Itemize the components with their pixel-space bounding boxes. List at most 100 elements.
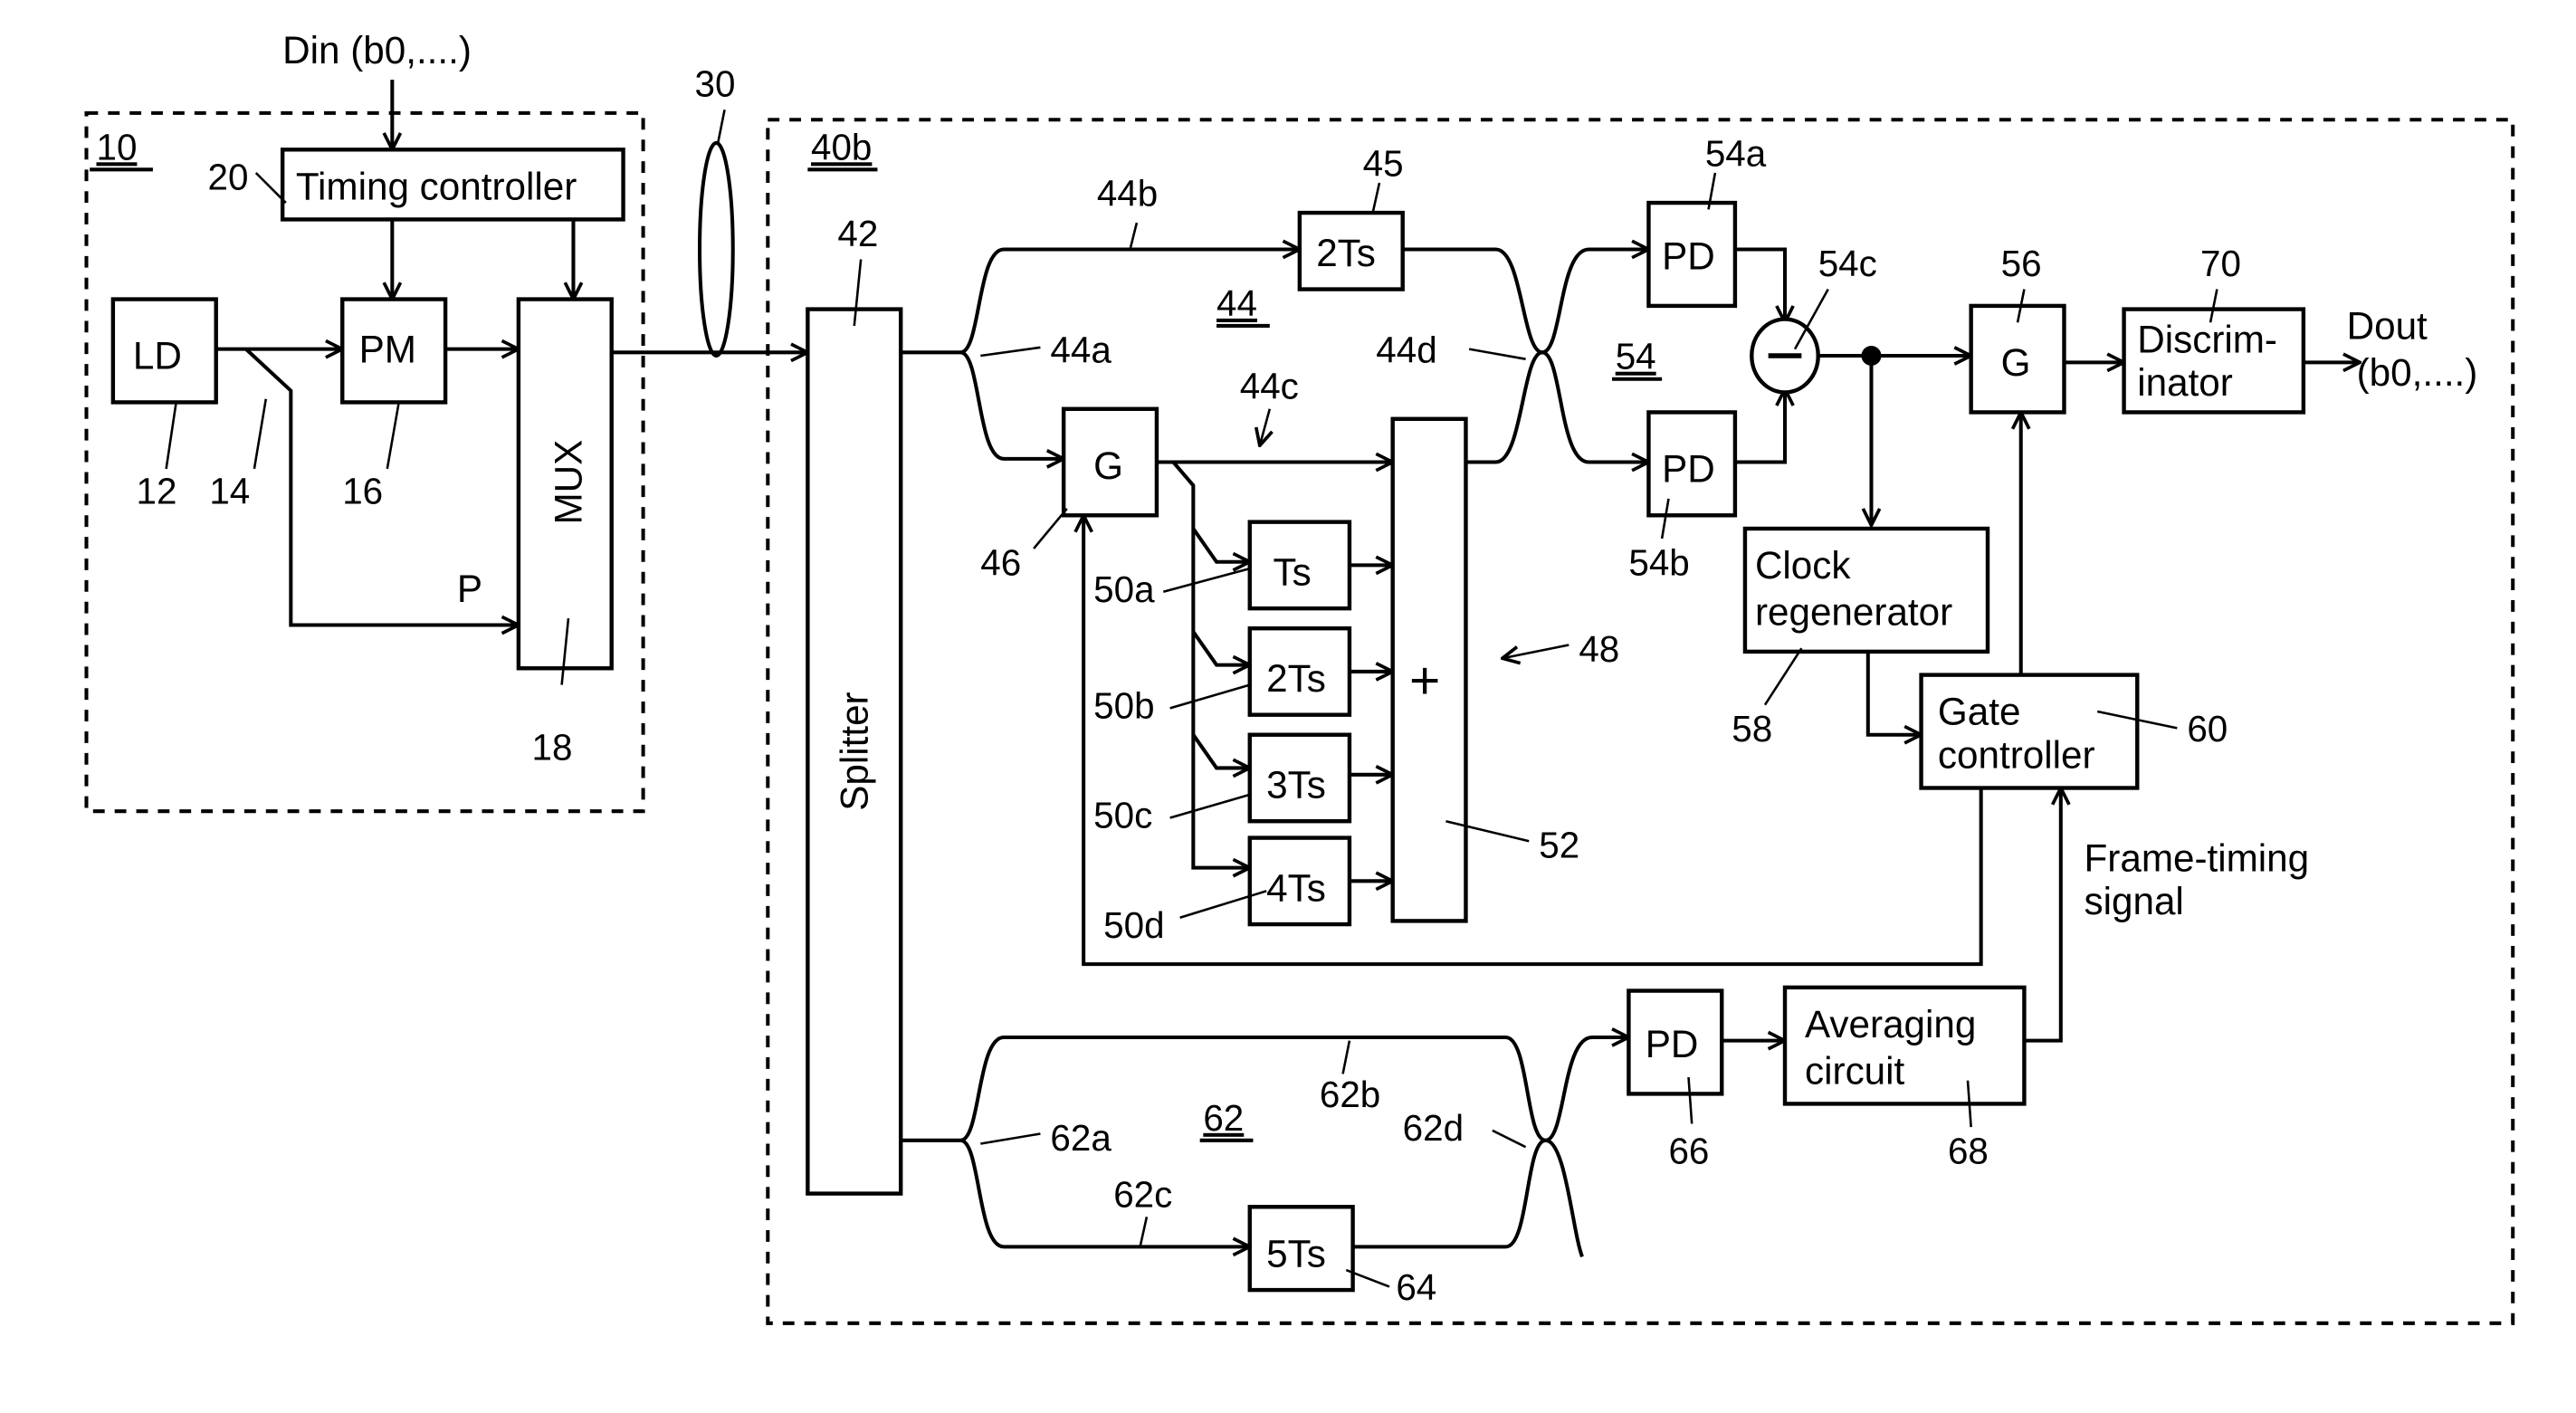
delay-5ts-block[interactable]: 5Ts (1247, 1205, 1355, 1293)
phase-modulator-ref: 16 (342, 470, 383, 511)
gate-controller-label-line1: Gate (1938, 691, 2021, 733)
delay-5ts-ref: 64 (1396, 1266, 1436, 1308)
arm-ref-62d: 62d (1403, 1107, 1464, 1149)
gate-46-label: G (1093, 444, 1123, 487)
discriminator-label-line1: Discrim- (2137, 318, 2277, 360)
subtractor-node[interactable] (1750, 317, 1820, 395)
pd-66-label: PD (1646, 1023, 1699, 1065)
block-diagram: 10 Din (b0,....) Timing controller 20 LD… (84, 29, 2515, 1325)
clock-regenerator-label-line1: Clock (1755, 544, 1851, 587)
arm-62b-upper (901, 1037, 1628, 1142)
delay-2ts-block[interactable]: 2Ts (1247, 625, 1352, 717)
fiber-link: 30 (611, 63, 808, 356)
clock-regenerator-ref: 58 (1732, 708, 1772, 749)
mux-block[interactable]: MUX (516, 297, 614, 671)
delay-3ts-block[interactable]: 3Ts (1247, 732, 1352, 824)
delay-ts-block[interactable]: Ts (1247, 520, 1352, 611)
leader-line (716, 109, 726, 144)
leader-line (253, 398, 268, 470)
averaging-circuit-label-line1: Averaging (1805, 1003, 1976, 1045)
delay-5ts-label: 5Ts (1266, 1232, 1326, 1275)
branch-ref: 14 (209, 470, 250, 511)
laser-diode-label: LD (133, 335, 182, 377)
delay-ref-50c: 50c (1093, 795, 1152, 836)
pd-54b-block[interactable]: PD (1646, 410, 1738, 518)
timing-controller-block[interactable]: Timing controller (280, 148, 625, 222)
interferometer-44-ref: 44 (1216, 282, 1257, 324)
leader-line (980, 1132, 1041, 1145)
leader-arrow (1260, 408, 1270, 445)
pd-bottom-to-subtractor (1734, 389, 1785, 464)
arm-ref-44a: 44a (1050, 329, 1111, 370)
pd-54b-label: PD (1662, 448, 1715, 491)
arm-ref-62b: 62b (1320, 1074, 1380, 1115)
laser-diode-block[interactable]: LD (110, 297, 218, 405)
subtractor-ref: 54c (1818, 243, 1877, 284)
leader-line (1162, 567, 1251, 594)
leader-arrow (1503, 644, 1569, 659)
delay-ref-50d: 50d (1103, 904, 1164, 946)
phase-modulator-block[interactable]: PM (340, 297, 448, 405)
frame-timing-signal-arrow (2024, 788, 2060, 1043)
gate-controller-block[interactable]: Gate controller (1919, 673, 2140, 790)
leader-line (1129, 222, 1139, 250)
receiver-ref: 40b (811, 126, 872, 167)
discriminator-block[interactable]: Discrim- inator (2122, 307, 2306, 415)
output-label-line2: (b0,....) (2357, 351, 2478, 394)
delay-2ts-45-block[interactable]: 2Ts (1297, 210, 1405, 291)
delay-ref-50a: 50a (1093, 568, 1155, 610)
delay-2ts-45-label: 2Ts (1316, 232, 1376, 274)
tap-3ts (1191, 733, 1249, 769)
clock-regenerator-block[interactable]: Clock regenerator (1742, 526, 1990, 654)
leader-line (1468, 348, 1526, 360)
pd-54a-block[interactable]: PD (1646, 200, 1738, 309)
pd-top-to-subtractor (1734, 247, 1785, 322)
discriminator-label-line2: inator (2137, 361, 2233, 404)
leader-line (1169, 683, 1251, 710)
averaging-circuit-block[interactable]: Averaging circuit (1782, 985, 2027, 1106)
interferometer-62-ref: 62 (1203, 1097, 1244, 1139)
delay-ts-label: Ts (1273, 550, 1311, 593)
splitter-block[interactable]: Splitter (806, 307, 903, 1196)
gate-46-ref: 46 (980, 541, 1021, 583)
arm-ref-62a: 62a (1050, 1117, 1111, 1159)
clock-regenerator-label-line2: regenerator (1755, 591, 1952, 634)
combiner-block[interactable]: + (1390, 416, 1468, 923)
leader-line (1371, 182, 1381, 214)
leader-line (1033, 508, 1068, 549)
frame-timing-label-line2: signal (2085, 880, 2184, 922)
averaging-circuit-ref: 68 (1948, 1131, 1989, 1172)
gate-56-label: G (2001, 341, 2031, 384)
pulse-label: P (457, 568, 482, 610)
arm-ref-44c: 44c (1240, 366, 1299, 407)
mux-ref: 18 (532, 726, 573, 768)
pd-66-block[interactable]: PD (1627, 988, 1724, 1096)
delay-4ts-label: 4Ts (1266, 866, 1326, 909)
arm-44d-coupler-top (1402, 249, 1649, 355)
transmitter-group: 10 Din (b0,....) Timing controller 20 LD… (84, 29, 645, 814)
combiner-plus-icon: + (1409, 651, 1440, 710)
delay-4ts-block[interactable]: 4Ts (1247, 835, 1352, 927)
clock-to-gate-controller (1865, 651, 1922, 735)
gate-46-block[interactable]: G (1061, 406, 1159, 518)
arm-62d-coupler (1352, 1138, 1584, 1258)
gate-controller-label-line2: controller (1938, 733, 2095, 776)
leader-line (1492, 1129, 1527, 1149)
gate-56-ref: 56 (2001, 243, 2042, 284)
fiber-ref: 30 (695, 63, 736, 105)
splitter-label: Splitter (833, 692, 875, 810)
delay-2ts-45-ref: 45 (1363, 143, 1404, 185)
input-label: Din (b0,....) (282, 29, 472, 72)
timing-controller-ref: 20 (208, 156, 249, 197)
arm-ref-44d: 44d (1376, 329, 1436, 370)
frame-timing-label-line1: Frame-timing (2085, 836, 2310, 879)
leader-line (1763, 647, 1803, 706)
tap-2ts (1191, 630, 1249, 665)
pd-54b-ref: 54b (1628, 541, 1689, 583)
averaging-circuit-label-line2: circuit (1805, 1049, 1905, 1092)
tap-ts (1191, 527, 1249, 562)
leader-line (386, 402, 400, 470)
delay-ref-50b: 50b (1093, 684, 1154, 726)
balanced-detector-ref: 54 (1616, 336, 1656, 377)
phase-modulator-label: PM (359, 328, 416, 370)
